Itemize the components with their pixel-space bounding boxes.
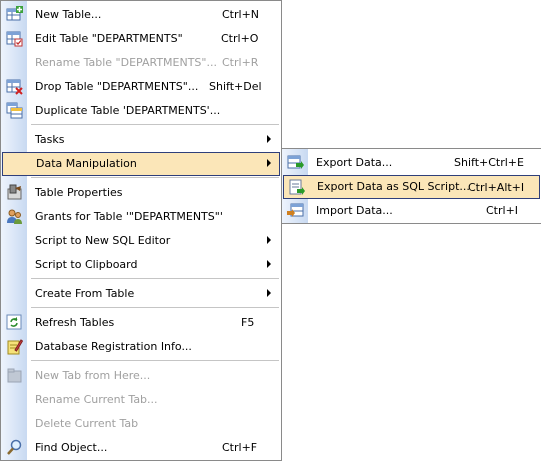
submenu-arrow-icon	[267, 260, 271, 268]
table-properties-icon	[6, 184, 23, 201]
menu-item-shortcut: Shift+Del	[209, 80, 262, 93]
menu-item-new-tab-from-here[interactable]: New Tab from Here...	[1, 364, 281, 388]
data-manipulation-submenu: Export Data... Shift+Ctrl+E Export Data …	[281, 148, 541, 224]
menu-item-shortcut: Ctrl+F	[222, 441, 258, 454]
submenu-item-export-data[interactable]: Export Data... Shift+Ctrl+E	[282, 151, 541, 175]
menu-item-label: Table Properties	[35, 186, 123, 199]
menu-item-refresh-tables[interactable]: Refresh Tables F5	[1, 311, 281, 335]
menu-item-duplicate-table[interactable]: Duplicate Table 'DEPARTMENTS'...	[1, 99, 281, 123]
menu-item-rename-table[interactable]: Rename Table "DEPARTMENTS"... Ctrl+R	[1, 51, 281, 75]
menu-item-label: Script to Clipboard	[35, 258, 138, 271]
menu-item-label: Script to New SQL Editor	[35, 234, 171, 247]
menu-item-label: Create From Table	[35, 287, 135, 300]
menu-item-label: Rename Table "DEPARTMENTS"...	[35, 56, 217, 69]
menu-item-find-object[interactable]: Find Object... Ctrl+F	[1, 436, 281, 460]
menu-item-edit-table[interactable]: Edit Table "DEPARTMENTS" Ctrl+O	[1, 27, 281, 51]
menu-item-label: Find Object...	[35, 441, 108, 454]
menu-item-grants[interactable]: Grants for Table '"DEPARTMENTS"'	[1, 205, 281, 229]
export-data-icon	[287, 154, 304, 171]
menu-item-label: Export Data...	[316, 156, 393, 169]
menu-item-label: Import Data...	[316, 204, 393, 217]
menu-item-shortcut: F5	[241, 316, 255, 329]
menu-item-shortcut: Ctrl+I	[486, 204, 519, 217]
menu-item-tasks[interactable]: Tasks	[1, 128, 281, 152]
find-icon	[6, 439, 23, 456]
import-data-icon	[287, 202, 304, 219]
menu-separator	[31, 278, 279, 279]
menu-item-script-to-clipboard[interactable]: Script to Clipboard	[1, 253, 281, 277]
menu-item-label: Drop Table "DEPARTMENTS"...	[35, 80, 199, 93]
submenu-item-export-data-as-sql-script[interactable]: Export Data as SQL Script... Ctrl+Alt+I	[283, 175, 540, 199]
menu-item-label: Delete Current Tab	[35, 417, 139, 430]
menu-item-label: Grants for Table '"DEPARTMENTS"'	[35, 210, 223, 223]
menu-item-new-table[interactable]: New Table... Ctrl+N	[1, 3, 281, 27]
menu-item-label: Tasks	[35, 133, 65, 146]
menu-item-label: Database Registration Info...	[35, 340, 192, 353]
menu-item-label: Refresh Tables	[35, 316, 115, 329]
menu-item-label: Rename Current Tab...	[35, 393, 158, 406]
menu-item-shortcut: Ctrl+O	[221, 32, 259, 45]
menu-item-label: Edit Table "DEPARTMENTS"	[35, 32, 183, 45]
menu-item-shortcut: Shift+Ctrl+E	[454, 156, 524, 169]
submenu-arrow-icon	[267, 289, 271, 297]
menu-item-label: New Tab from Here...	[35, 369, 151, 382]
menu-item-drop-table[interactable]: Drop Table "DEPARTMENTS"... Shift+Del	[1, 75, 281, 99]
menu-item-script-to-new-sql-editor[interactable]: Script to New SQL Editor	[1, 229, 281, 253]
menu-item-table-properties[interactable]: Table Properties	[1, 181, 281, 205]
duplicate-table-icon	[6, 102, 23, 119]
new-table-icon	[6, 6, 23, 23]
edit-table-icon	[6, 30, 23, 47]
menu-separator	[31, 177, 279, 178]
menu-item-create-from-table[interactable]: Create From Table	[1, 282, 281, 306]
context-menu: New Table... Ctrl+N Edit Table "DEPARTME…	[0, 0, 282, 461]
menu-separator	[31, 124, 279, 125]
menu-item-data-manipulation[interactable]: Data Manipulation	[2, 152, 280, 176]
submenu-arrow-icon	[267, 135, 271, 143]
submenu-item-import-data[interactable]: Import Data... Ctrl+I	[282, 199, 541, 223]
menu-separator	[31, 307, 279, 308]
drop-table-icon	[6, 78, 23, 95]
submenu-arrow-icon	[267, 159, 271, 167]
menu-item-label: Export Data as SQL Script...	[317, 180, 470, 193]
menu-item-rename-current-tab[interactable]: Rename Current Tab...	[1, 388, 281, 412]
menu-item-label: Data Manipulation	[36, 157, 137, 170]
menu-item-shortcut: Ctrl+N	[222, 8, 260, 21]
menu-item-shortcut: Ctrl+R	[222, 56, 259, 69]
menu-item-label: Duplicate Table 'DEPARTMENTS'...	[35, 104, 221, 117]
menu-item-database-registration-info[interactable]: Database Registration Info...	[1, 335, 281, 359]
new-tab-icon	[6, 367, 23, 384]
menu-item-label: New Table...	[35, 8, 102, 21]
grants-icon	[6, 208, 23, 225]
refresh-icon	[6, 314, 23, 331]
export-sql-icon	[289, 179, 306, 196]
menu-item-shortcut: Ctrl+Alt+I	[468, 181, 525, 194]
menu-item-delete-current-tab[interactable]: Delete Current Tab	[1, 412, 281, 436]
submenu-arrow-icon	[267, 236, 271, 244]
db-registration-icon	[6, 338, 24, 355]
menu-separator	[31, 360, 279, 361]
